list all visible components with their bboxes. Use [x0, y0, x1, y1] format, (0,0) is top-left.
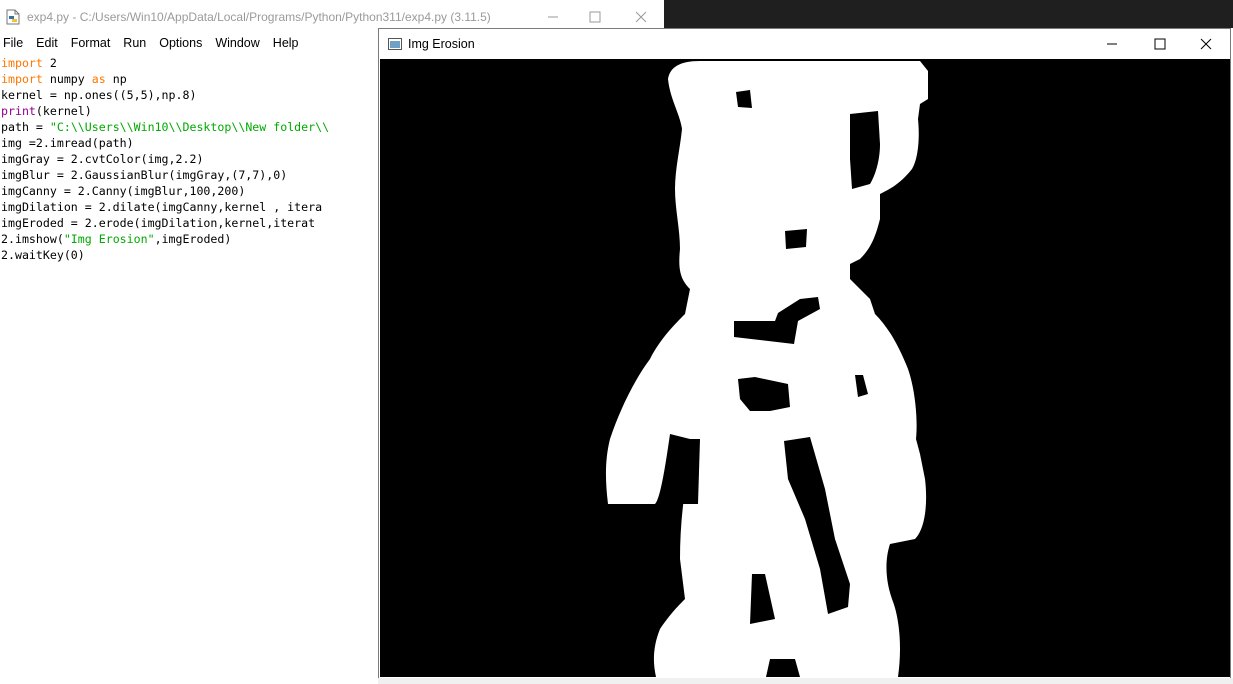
- maximize-icon: [1154, 38, 1166, 50]
- menu-edit[interactable]: Edit: [33, 36, 65, 50]
- minimize-icon: [548, 16, 558, 17]
- image-window-titlebar: Img Erosion: [379, 29, 1230, 59]
- window-app-icon: [388, 38, 402, 50]
- menu-help[interactable]: Help: [270, 36, 306, 50]
- editor-title: exp4.py - C:/Users/Win10/AppData/Local/P…: [27, 9, 491, 24]
- eroded-image-canvas: [380, 59, 1230, 677]
- minimize-icon: [1107, 43, 1117, 45]
- maximize-icon: [589, 11, 601, 22]
- taskbar-edge: [378, 678, 1233, 684]
- image-maximize-button[interactable]: [1137, 29, 1183, 59]
- menu-options[interactable]: Options: [156, 36, 209, 50]
- menu-window[interactable]: Window: [212, 36, 266, 50]
- background-strip: [664, 0, 1233, 28]
- menu-format[interactable]: Format: [68, 36, 118, 50]
- close-icon: [1200, 38, 1212, 50]
- image-close-button[interactable]: [1183, 29, 1229, 59]
- menu-run[interactable]: Run: [120, 36, 153, 50]
- img-erosion-window: Img Erosion: [378, 28, 1231, 680]
- eroded-figure: [380, 59, 1230, 677]
- image-window-title: Img Erosion: [408, 37, 475, 51]
- close-icon: [635, 11, 647, 22]
- menu-file[interactable]: File: [0, 36, 30, 50]
- image-minimize-button[interactable]: [1089, 29, 1135, 59]
- python-file-icon: [5, 9, 21, 25]
